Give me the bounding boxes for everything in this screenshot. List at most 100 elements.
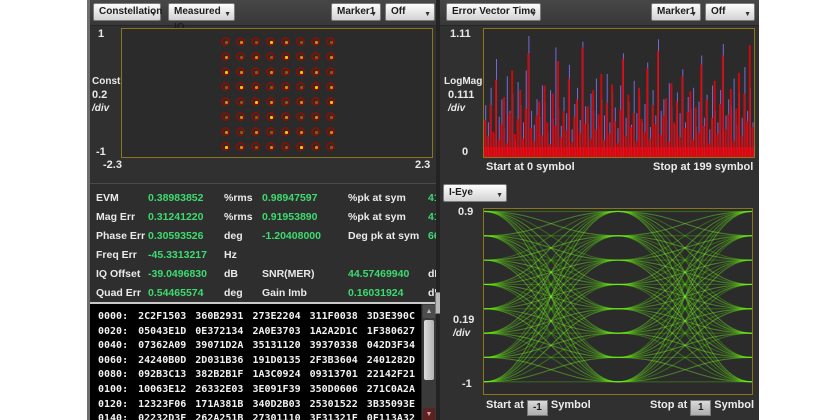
constellation-point xyxy=(221,127,230,136)
constellation-point-core xyxy=(255,146,258,149)
evm-cell: Gain Imb xyxy=(262,284,348,303)
constellation-point-core xyxy=(255,131,258,134)
constellation-point-core xyxy=(225,41,228,44)
eye-trace xyxy=(484,309,618,382)
constellation-point-core xyxy=(225,56,228,59)
evm-cell: 0.16031924 xyxy=(348,284,428,303)
eye-start-value-field[interactable]: -1 xyxy=(527,400,548,416)
hex-group: 12323F06 xyxy=(138,399,186,410)
constellation-point xyxy=(326,142,335,151)
evm-cell: Mag Err xyxy=(96,208,148,227)
constellation-point-core xyxy=(300,86,303,89)
left-column: Constellation ▼ Measured IQ ▼ Marker1 ▼ … xyxy=(90,0,436,420)
constellation-point-core xyxy=(240,71,243,74)
evm-cell: Phase Err xyxy=(96,227,148,246)
hex-scrollbar[interactable]: ▲ ▼ xyxy=(421,304,436,420)
vsa-application-window: Constellation ▼ Measured IQ ▼ Marker1 ▼ … xyxy=(87,0,756,420)
scroll-up-icon[interactable]: ▲ xyxy=(423,305,435,318)
hex-address: 0100: xyxy=(98,384,128,395)
constellation-point xyxy=(326,82,335,91)
constellation-point xyxy=(311,37,320,46)
constellation-point-core xyxy=(300,101,303,104)
constellation-point-core xyxy=(300,41,303,44)
constellation-point-core xyxy=(270,131,273,134)
constellation-point xyxy=(281,52,290,61)
trace-dropdown-measured-iq[interactable]: Measured IQ ▼ xyxy=(168,3,235,21)
constellation-point-core xyxy=(330,116,333,119)
evm-table-body: EVM0.38983852%rms0.98947597%pk at sym41M… xyxy=(96,189,436,303)
view-dropdown-constellation[interactable]: Constellation ▼ xyxy=(93,3,161,21)
constellation-point-core xyxy=(330,41,333,44)
constellation-point xyxy=(311,97,320,106)
constellation-point xyxy=(281,82,290,91)
view-dropdown-error-vector-time[interactable]: Error Vector Time ▼ xyxy=(446,3,541,21)
view-dropdown-i-eye[interactable]: I-Eye ▼ xyxy=(443,184,507,202)
constellation-point-core xyxy=(315,101,318,104)
eye-trace xyxy=(618,211,752,284)
marker-mode-dropdown[interactable]: Off ▼ xyxy=(705,3,755,21)
evt-start-caption: Start at 0 symbol xyxy=(486,161,575,173)
evt-div-value: 0.111 xyxy=(448,89,474,101)
hex-row: 0020:05043E1D0E3721342A0E37031A2A2D1C1F3… xyxy=(98,325,436,340)
marker-mode-dropdown[interactable]: Off ▼ xyxy=(385,3,435,21)
evt-stop-caption: Stop at 199 symbol xyxy=(653,161,753,173)
hex-address: 0060: xyxy=(98,355,128,366)
hex-group: 271C0A2A xyxy=(367,384,415,395)
constellation-point-core xyxy=(270,41,273,44)
hex-address: 0040: xyxy=(98,340,128,351)
scroll-down-icon[interactable]: ▼ xyxy=(423,408,435,420)
evm-cell: 0.91953890 xyxy=(262,208,348,227)
constellation-point xyxy=(311,67,320,76)
constellation-point-core xyxy=(270,86,273,89)
constellation-point-core xyxy=(255,41,258,44)
constellation-point xyxy=(281,142,290,151)
constellation-point-core xyxy=(240,56,243,59)
constellation-point-core xyxy=(240,86,243,89)
right-toolbar: Error Vector Time ▼ Marker1 ▼ Off ▼ xyxy=(440,0,759,26)
evm-cell: 44.57469940 xyxy=(348,265,428,284)
constellation-point xyxy=(236,112,245,121)
evm-row: Phase Err0.30593526deg-1.20408000Deg pk … xyxy=(96,227,436,246)
constellation-point-core xyxy=(330,86,333,89)
evm-cell: -1.20408000 xyxy=(262,227,348,246)
eye-stop-prefix: Stop at xyxy=(650,399,687,411)
evm-cell: Hz xyxy=(224,246,262,265)
const-div-label: /div xyxy=(92,103,109,114)
scrollbar-thumb[interactable] xyxy=(424,320,434,380)
hex-group: 05043E1D xyxy=(138,326,186,337)
left-toolbar: Constellation ▼ Measured IQ ▼ Marker1 ▼ … xyxy=(90,0,436,26)
evm-cell: deg xyxy=(224,227,262,246)
constellation-point xyxy=(221,112,230,121)
eye-start-unit: Symbol xyxy=(551,399,591,411)
constellation-point xyxy=(236,67,245,76)
constellation-point-core xyxy=(270,101,273,104)
eye-stop-value-field[interactable]: 1 xyxy=(690,400,711,416)
eye-y-max-label: 0.9 xyxy=(458,206,473,218)
marker-dropdown[interactable]: Marker1 ▼ xyxy=(331,3,381,21)
hex-group: 171A381B xyxy=(195,399,243,410)
constellation-plot xyxy=(121,28,433,158)
chevron-down-icon: ▼ xyxy=(150,7,157,23)
constellation-point xyxy=(221,37,230,46)
evm-cell: 0.54465574 xyxy=(148,284,224,303)
evm-cell: %rms xyxy=(224,189,262,208)
marker-dropdown[interactable]: Marker1 ▼ xyxy=(651,3,701,21)
error-vector-time-plot xyxy=(483,28,755,158)
eye-stop-unit: Symbol xyxy=(714,399,754,411)
right-column: Error Vector Time ▼ Marker1 ▼ Off ▼ 1.11… xyxy=(440,0,759,420)
constellation-point xyxy=(236,52,245,61)
hex-group: 24240B0D xyxy=(138,355,186,366)
constellation-point-core xyxy=(285,56,288,59)
constellation-point-core xyxy=(285,71,288,74)
hex-group: 191D0135 xyxy=(252,355,300,366)
hex-group: 042D3F34 xyxy=(367,340,415,351)
constellation-point-core xyxy=(240,41,243,44)
hex-address: 0080: xyxy=(98,369,128,380)
screenshot-stage: Constellation ▼ Measured IQ ▼ Marker1 ▼ … xyxy=(0,0,840,420)
constellation-point-core xyxy=(285,101,288,104)
constellation-point-core xyxy=(315,41,318,44)
hex-group: 0E372134 xyxy=(195,326,243,337)
eye-trace xyxy=(484,211,618,284)
constellation-point xyxy=(326,67,335,76)
evm-cell: dB xyxy=(224,265,262,284)
